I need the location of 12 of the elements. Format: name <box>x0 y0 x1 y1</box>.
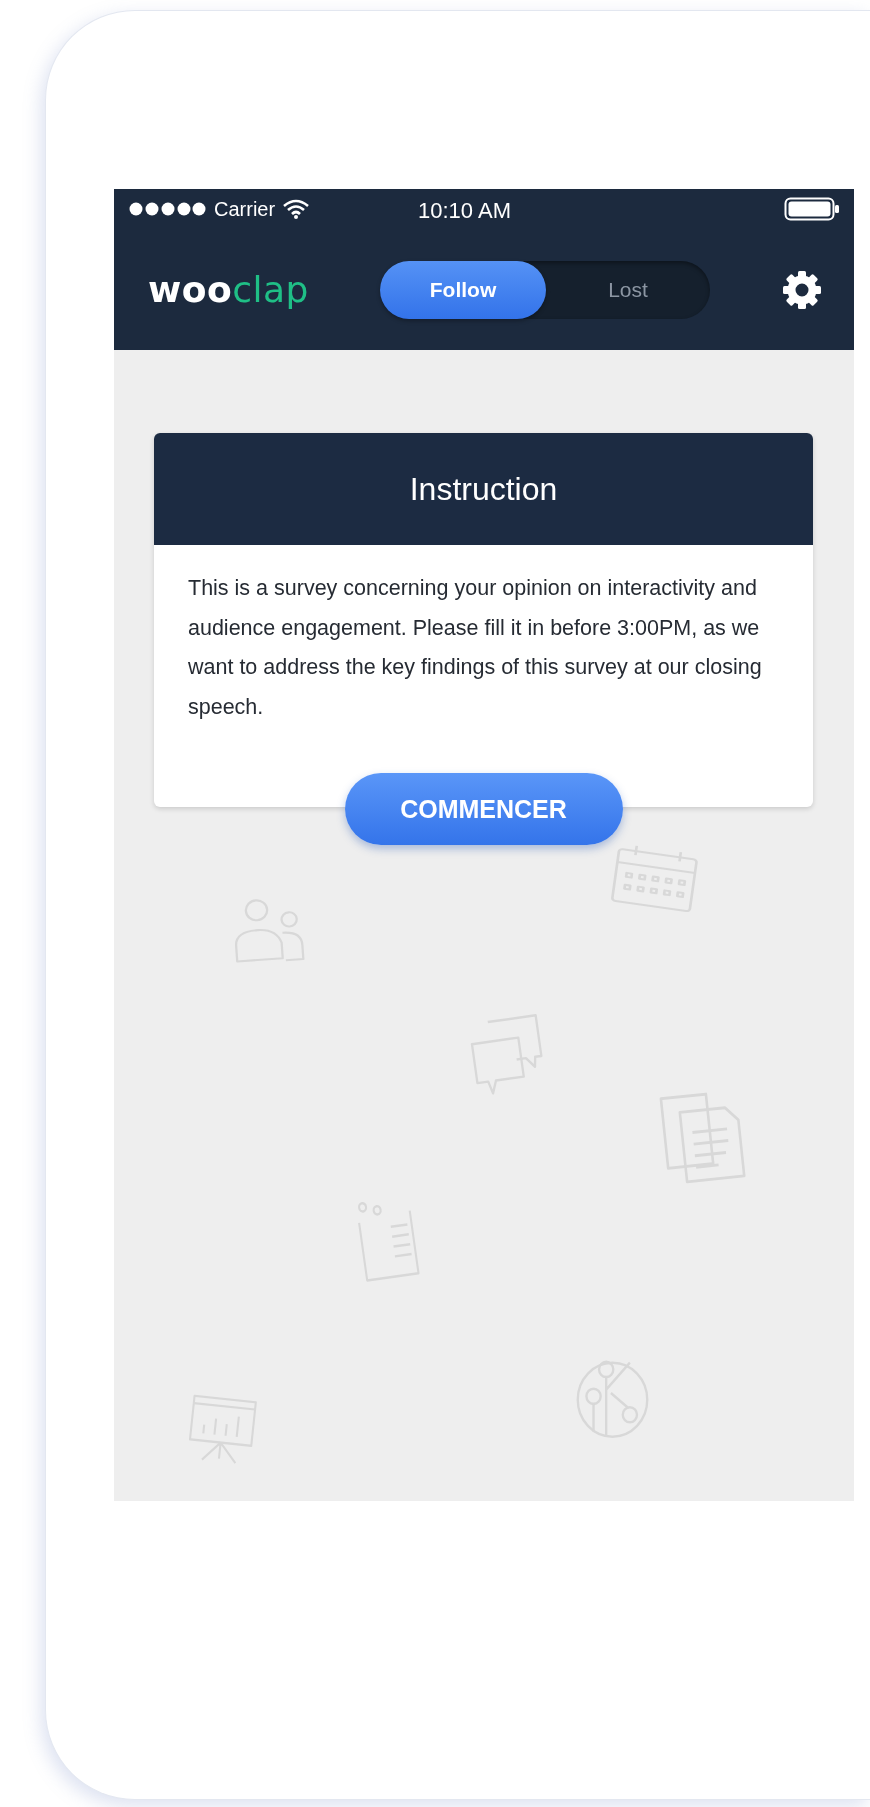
settings-icon[interactable] <box>782 269 822 310</box>
clock-time: 10:10 AM <box>418 198 511 224</box>
segment-tab[interactable]: Follow <box>380 260 546 319</box>
card-title: Instruction <box>154 433 813 545</box>
carrier-name: Carrier <box>214 197 276 221</box>
start-button[interactable]: COMMENCER <box>344 773 623 845</box>
wifi-icon <box>283 199 310 219</box>
signal-icon <box>129 202 206 216</box>
instruction-text: This is a survey concerning your opinion on interactivity and audience engagement. Please fill it in before 3:00PM, as we want to address the key findings of this survey at our closing speech. <box>187 575 763 721</box>
logo: wooclap <box>148 269 310 310</box>
battery-icon <box>784 197 840 221</box>
segment-tab[interactable]: Lost <box>546 260 710 319</box>
